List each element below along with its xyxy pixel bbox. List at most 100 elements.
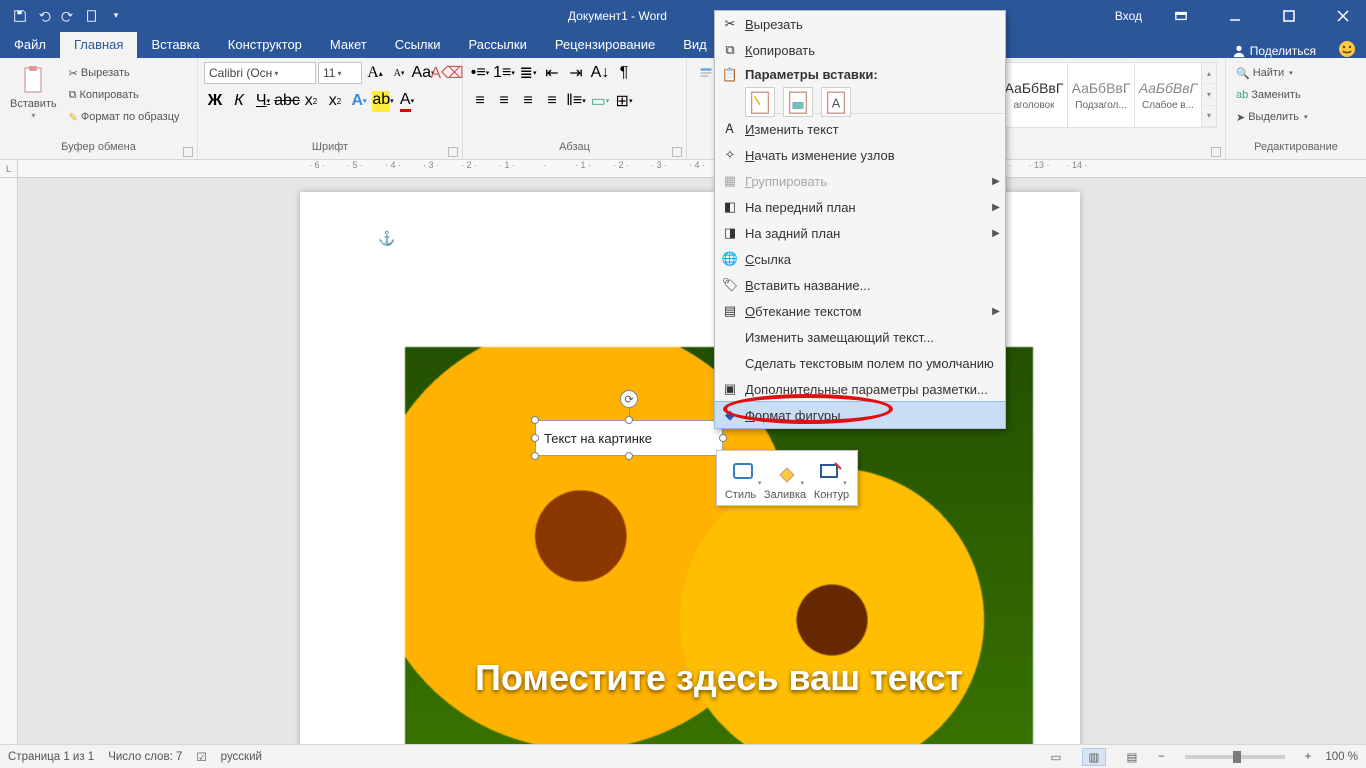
- mini-fill-button[interactable]: ▾: [770, 457, 804, 487]
- feedback-smiley-icon[interactable]: [1338, 40, 1356, 58]
- resize-handle[interactable]: [531, 416, 539, 424]
- font-name-combo[interactable]: Calibri (Осн▾: [204, 62, 316, 84]
- qat-customize-icon[interactable]: ▾: [104, 4, 128, 28]
- ctx-format-shape[interactable]: ◆ Формат фигуры...: [715, 402, 1005, 428]
- zoom-value[interactable]: 100 %: [1325, 751, 1358, 763]
- paste-button[interactable]: Вставить ▾: [6, 62, 61, 123]
- status-page[interactable]: Страница 1 из 1: [8, 751, 94, 763]
- zoom-in-icon[interactable]: +: [1305, 751, 1312, 763]
- tab-selector-icon[interactable]: L: [0, 160, 18, 178]
- ctx-insert-caption[interactable]: 🏷Вставить название...: [715, 272, 1005, 298]
- view-print-icon[interactable]: ▥: [1082, 748, 1106, 766]
- font-color-icon[interactable]: A▾: [396, 90, 418, 112]
- grow-font-icon[interactable]: A▴: [364, 62, 386, 84]
- close-icon[interactable]: [1320, 0, 1366, 31]
- align-right-icon[interactable]: ≡: [517, 90, 539, 112]
- tab-references[interactable]: Ссылки: [381, 32, 455, 58]
- horizontal-ruler[interactable]: · 6 ·· 5 ·· 4 ·· 3 ·· 2 ·· 1 ··· 1 ·· 2 …: [18, 160, 1366, 178]
- highlight-icon[interactable]: ab▾: [372, 90, 394, 112]
- style-item[interactable]: АаБбВвГСлабое в...: [1134, 62, 1202, 128]
- ctx-alt-text[interactable]: Изменить замещающий текст...: [715, 324, 1005, 350]
- vertical-ruler[interactable]: [0, 178, 18, 744]
- shading-icon[interactable]: ▭▾: [589, 90, 611, 112]
- tab-insert[interactable]: Вставка: [137, 32, 213, 58]
- dialog-launcher-icon[interactable]: [183, 147, 193, 157]
- format-painter-button[interactable]: ✎Формат по образцу: [65, 106, 184, 128]
- resize-handle[interactable]: [625, 452, 633, 460]
- zoom-out-icon[interactable]: −: [1158, 751, 1165, 763]
- line-spacing-icon[interactable]: ‖≡▾: [565, 90, 587, 112]
- bullets-icon[interactable]: •≡▾: [469, 62, 491, 84]
- resize-handle[interactable]: [531, 434, 539, 442]
- justify-icon[interactable]: ≡: [541, 90, 563, 112]
- decrease-indent-icon[interactable]: ⇤: [541, 62, 563, 84]
- align-left-icon[interactable]: ≡: [469, 90, 491, 112]
- paste-picture-icon[interactable]: [783, 87, 813, 117]
- minimize-icon[interactable]: [1212, 0, 1258, 31]
- zoom-slider[interactable]: [1185, 755, 1285, 759]
- resize-handle[interactable]: [531, 452, 539, 460]
- strikethrough-icon[interactable]: abc: [276, 90, 298, 112]
- mini-style-button[interactable]: ▾: [727, 457, 761, 487]
- tab-design[interactable]: Конструктор: [214, 32, 316, 58]
- style-item[interactable]: АаБбВвГПодзагол...: [1067, 62, 1135, 128]
- view-web-icon[interactable]: ▤: [1120, 748, 1144, 766]
- paste-keep-source-icon[interactable]: [745, 87, 775, 117]
- numbering-icon[interactable]: 1≡▾: [493, 62, 515, 84]
- textbox-selection[interactable]: ⟳ Текст на картинке: [535, 420, 723, 456]
- save-icon[interactable]: [8, 4, 32, 28]
- status-language[interactable]: русский: [221, 751, 262, 763]
- status-proofing-icon[interactable]: ☑: [196, 750, 206, 764]
- gallery-scroll[interactable]: ▴▾▾: [1201, 62, 1217, 128]
- zoom-thumb[interactable]: [1233, 751, 1241, 763]
- show-marks-icon[interactable]: ¶: [613, 62, 635, 84]
- increase-indent-icon[interactable]: ⇥: [565, 62, 587, 84]
- text-effects-icon[interactable]: A▾: [348, 90, 370, 112]
- tab-review[interactable]: Рецензирование: [541, 32, 669, 58]
- ctx-send-back[interactable]: ◨На задний план▶: [715, 220, 1005, 246]
- status-words[interactable]: Число слов: 7: [108, 751, 182, 763]
- bold-icon[interactable]: Ж: [204, 90, 226, 112]
- clear-format-icon[interactable]: A⌫: [436, 62, 458, 84]
- new-doc-icon[interactable]: [80, 4, 104, 28]
- redo-icon[interactable]: [56, 4, 80, 28]
- resize-handle[interactable]: [719, 434, 727, 442]
- subscript-icon[interactable]: x2: [300, 90, 322, 112]
- find-button[interactable]: 🔍Найти▾: [1232, 62, 1297, 84]
- ctx-default-textbox[interactable]: Сделать текстовым полем по умолчанию: [715, 350, 1005, 376]
- dialog-launcher-icon[interactable]: [1211, 147, 1221, 157]
- paste-text-only-icon[interactable]: A: [821, 87, 851, 117]
- tab-home[interactable]: Главная: [60, 32, 137, 58]
- style-item[interactable]: АаБбВвГаголовок: [1000, 62, 1068, 128]
- signin-label[interactable]: Вход: [1107, 9, 1150, 23]
- underline-icon[interactable]: Ч▾: [252, 90, 274, 112]
- dialog-launcher-icon[interactable]: [448, 147, 458, 157]
- replace-button[interactable]: abЗаменить: [1232, 84, 1305, 106]
- share-button[interactable]: Поделиться: [1220, 44, 1328, 58]
- multilevel-icon[interactable]: ≣▾: [517, 62, 539, 84]
- font-size-combo[interactable]: 11▾: [318, 62, 362, 84]
- tab-mailings[interactable]: Рассылки: [454, 32, 540, 58]
- dialog-launcher-icon[interactable]: [672, 147, 682, 157]
- tab-file[interactable]: Файл: [0, 32, 60, 58]
- mini-outline-button[interactable]: ▾: [813, 457, 847, 487]
- ctx-cut[interactable]: ✂Вырезать: [715, 11, 1005, 37]
- tab-layout[interactable]: Макет: [316, 32, 381, 58]
- select-button[interactable]: ➤Выделить▾: [1232, 106, 1311, 128]
- maximize-icon[interactable]: [1266, 0, 1312, 31]
- italic-icon[interactable]: К: [228, 90, 250, 112]
- ctx-text-wrap[interactable]: ▤Обтекание текстом▶: [715, 298, 1005, 324]
- ctx-edit-points[interactable]: ✧Начать изменение узлов: [715, 142, 1005, 168]
- view-read-icon[interactable]: ▭: [1044, 748, 1068, 766]
- ctx-link[interactable]: 🌐Ссылка: [715, 246, 1005, 272]
- resize-handle[interactable]: [625, 416, 633, 424]
- copy-button[interactable]: ⧉Копировать: [65, 84, 184, 106]
- superscript-icon[interactable]: x2: [324, 90, 346, 112]
- sort-icon[interactable]: A↓: [589, 62, 611, 84]
- ctx-copy[interactable]: ⧉Копировать: [715, 37, 1005, 63]
- shrink-font-icon[interactable]: A▾: [388, 62, 410, 84]
- cut-button[interactable]: ✂Вырезать: [65, 62, 184, 84]
- ctx-edit-text[interactable]: ᎪИзменить текст: [715, 116, 1005, 142]
- ctx-more-layout[interactable]: ▣Дополнительные параметры разметки...: [715, 376, 1005, 402]
- undo-icon[interactable]: [32, 4, 56, 28]
